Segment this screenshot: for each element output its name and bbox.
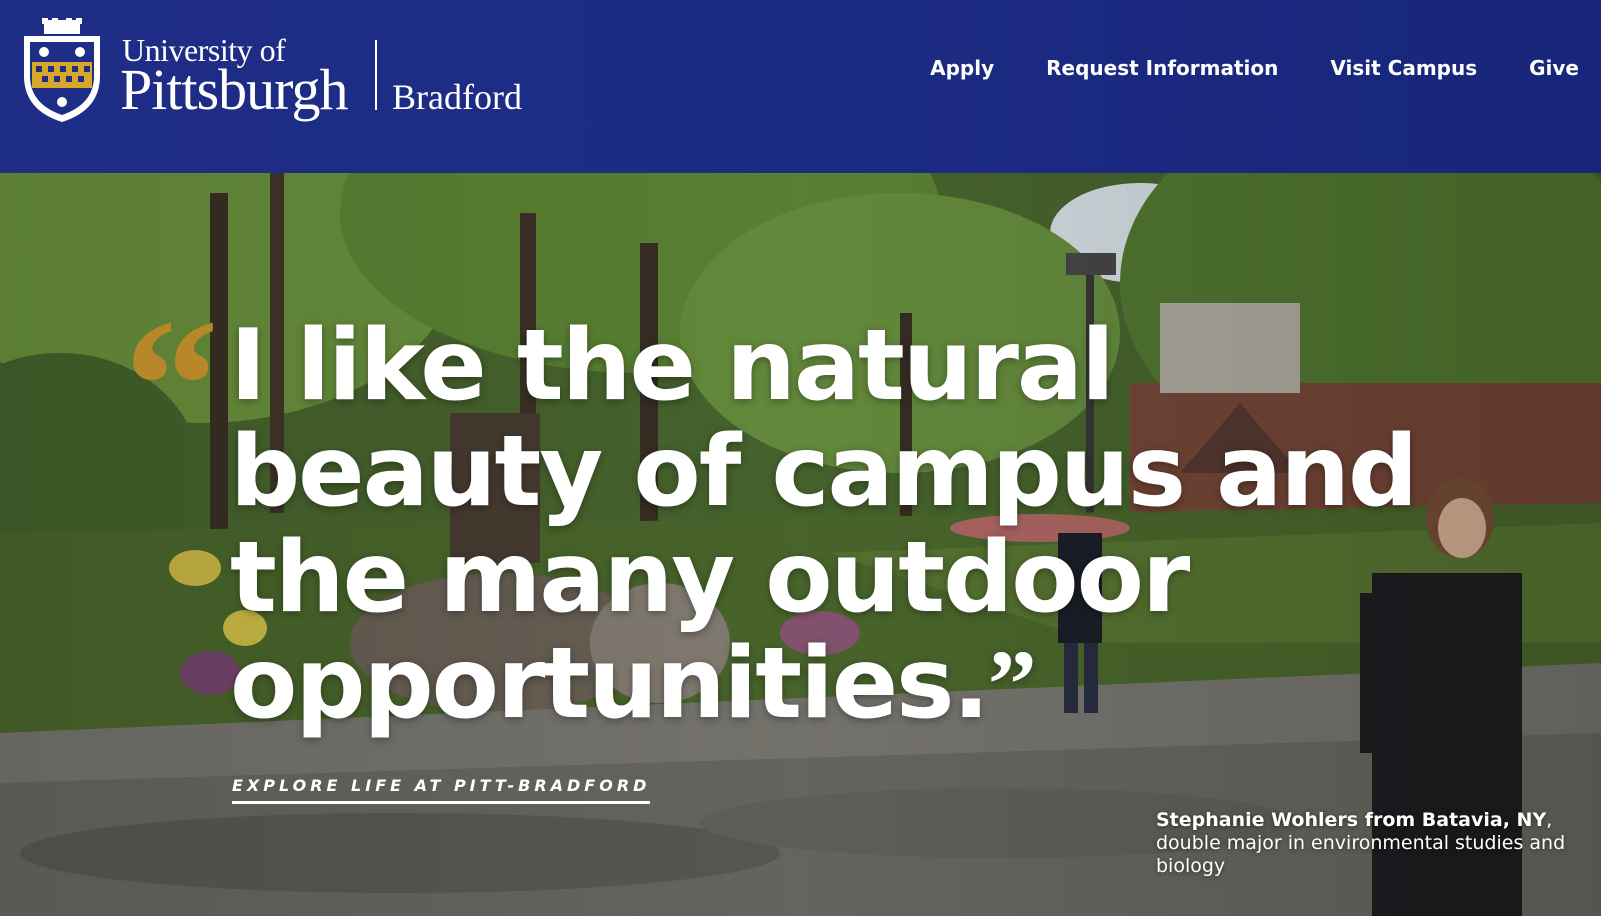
quote-line: beauty of campus and [230,415,1418,529]
close-quote-mark: ” [987,631,1037,739]
caption-name: Stephanie Wohlers from Batavia, NY [1156,809,1547,831]
nav-apply[interactable]: Apply [930,56,994,86]
hero-section: “ I like the natural beauty of campus an… [0,173,1601,916]
top-nav: Apply Request Information Visit Campus G… [900,56,1601,86]
university-logo[interactable]: University of Pittsburgh Bradford [20,18,540,128]
hero-caption: Stephanie Wohlers from Batavia, NY, doub… [1156,809,1596,878]
nav-give[interactable]: Give [1529,56,1579,86]
nav-request-information[interactable]: Request Information [1046,56,1278,86]
logo-pittsburgh: Pittsburgh [120,57,348,122]
open-quote-mark: “ [124,281,219,491]
shield-crest-icon [24,18,100,122]
quote-line: I like the natural [230,309,1115,423]
logo-divider [375,40,377,110]
nav-visit-campus[interactable]: Visit Campus [1330,56,1477,86]
quote-line: opportunities. [230,627,990,741]
site-header: University of Pittsburgh Bradford Apply … [0,0,1601,173]
quote-line: the many outdoor [230,521,1190,635]
logo-campus-name: Bradford [392,77,522,117]
hero-quote: I like the natural beauty of campus and … [230,313,1490,738]
explore-life-link[interactable]: EXPLORE LIFE AT PITT-BRADFORD [232,776,651,804]
quote-line-last: opportunities.” [230,631,1490,738]
